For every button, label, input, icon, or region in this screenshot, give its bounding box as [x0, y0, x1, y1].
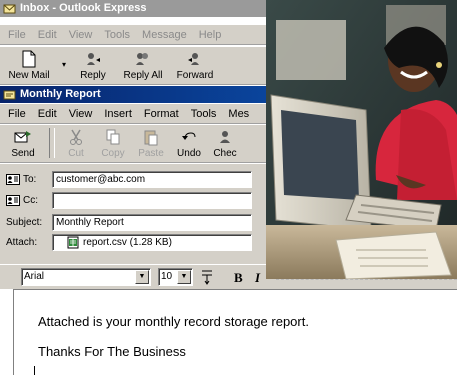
compose-menu-view[interactable]: View: [69, 108, 93, 120]
new-mail-button[interactable]: New Mail: [0, 50, 58, 84]
reply-all-button[interactable]: Reply All: [116, 50, 170, 84]
reply-button[interactable]: Reply: [70, 50, 116, 84]
text-cursor: [34, 366, 35, 375]
check-names-button[interactable]: Chec: [208, 128, 242, 162]
to-row: To: customer@abc.com: [0, 169, 252, 189]
undo-icon: [179, 128, 199, 146]
address-book-icon: [6, 194, 20, 206]
paste-icon: [141, 128, 161, 146]
font-size-select[interactable]: 10 ▼: [158, 268, 193, 286]
cc-field[interactable]: [52, 191, 252, 209]
check-names-icon: [215, 128, 235, 146]
reply-all-icon: [133, 50, 153, 68]
paragraph-style-icon[interactable]: [200, 268, 214, 286]
woman-at-computer-illustration: [266, 0, 457, 279]
attach-label: Attach:: [6, 236, 38, 248]
outlook-express-icon: [3, 4, 16, 14]
attachment-name[interactable]: report.csv (1.28 KB): [83, 235, 172, 250]
body-line-2: Thanks For The Business: [38, 344, 186, 359]
reply-icon: [83, 50, 103, 68]
chevron-down-icon[interactable]: ▼: [135, 270, 149, 284]
cut-button[interactable]: Cut: [58, 128, 94, 162]
inbox-title: Inbox - Outlook Express: [20, 2, 147, 14]
compose-menu-message[interactable]: Mes: [228, 108, 249, 120]
italic-button[interactable]: I: [255, 270, 260, 286]
forward-icon: [185, 50, 205, 68]
undo-button[interactable]: Undo: [170, 128, 208, 162]
cc-row: Cc:: [0, 190, 252, 210]
bold-button[interactable]: B: [234, 270, 243, 286]
address-book-icon: [6, 173, 20, 185]
menu-help[interactable]: Help: [199, 29, 222, 41]
to-label[interactable]: To:: [0, 173, 52, 185]
menu-file[interactable]: File: [8, 29, 26, 41]
compose-menu-tools[interactable]: Tools: [191, 108, 217, 120]
message-body[interactable]: Attached is your monthly record storage …: [13, 289, 457, 375]
attach-row: Attach: report.csv (1.28 KB): [0, 232, 252, 252]
chevron-down-icon[interactable]: ▼: [177, 270, 191, 284]
menu-view[interactable]: View: [69, 29, 93, 41]
subject-label: Subject:: [6, 216, 43, 228]
subject-row: Subject: Monthly Report: [0, 212, 252, 232]
send-icon: [13, 128, 33, 146]
menu-message[interactable]: Message: [142, 29, 187, 41]
subject-field[interactable]: Monthly Report: [52, 213, 252, 231]
paste-button[interactable]: Paste: [132, 128, 170, 162]
compose-window-icon: [3, 90, 16, 100]
menu-tools[interactable]: Tools: [104, 29, 130, 41]
send-button[interactable]: Send: [0, 128, 46, 162]
copy-icon: [103, 128, 123, 146]
scissors-icon: [66, 128, 86, 146]
compose-menu-edit[interactable]: Edit: [38, 108, 57, 120]
menu-edit[interactable]: Edit: [38, 29, 57, 41]
attach-field[interactable]: report.csv (1.28 KB): [52, 233, 252, 251]
new-mail-dropdown-icon[interactable]: ▾: [58, 60, 70, 72]
compose-menu-file[interactable]: File: [8, 108, 26, 120]
forward-button[interactable]: Forward: [170, 50, 220, 84]
cc-label[interactable]: Cc:: [0, 194, 52, 206]
toolbar-separator: [49, 128, 55, 158]
font-name-select[interactable]: Arial ▼: [21, 268, 151, 286]
compose-title: Monthly Report: [20, 88, 101, 100]
more-format-buttons: [276, 279, 457, 287]
body-line-1: Attached is your monthly record storage …: [38, 314, 309, 329]
new-mail-icon: [19, 50, 39, 68]
to-field[interactable]: customer@abc.com: [52, 170, 252, 188]
csv-file-icon: [67, 236, 79, 248]
customer-service-photo: [266, 0, 457, 279]
compose-menu-insert[interactable]: Insert: [104, 108, 132, 120]
copy-button[interactable]: Copy: [94, 128, 132, 162]
compose-menu-format[interactable]: Format: [144, 108, 179, 120]
